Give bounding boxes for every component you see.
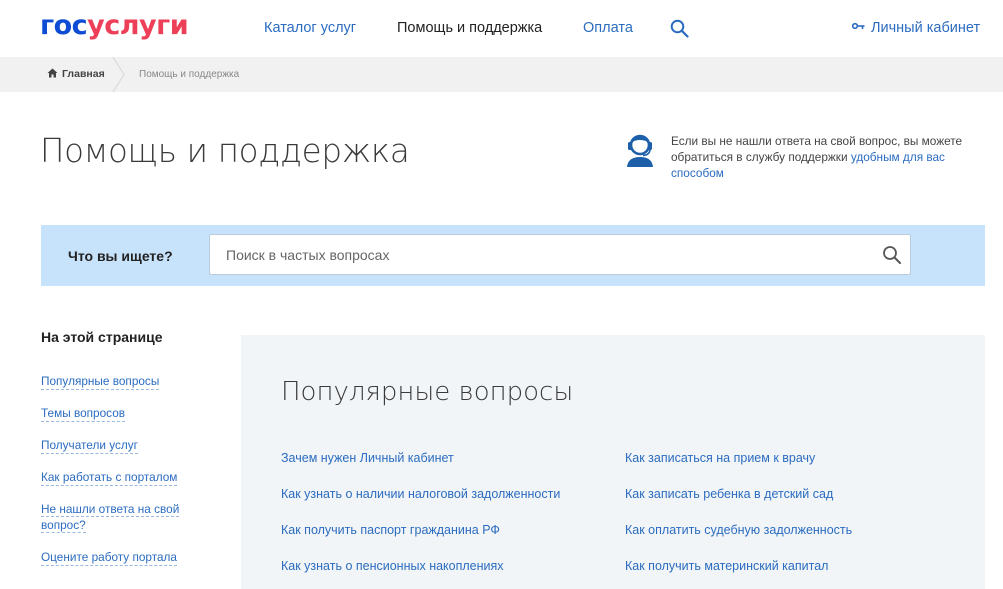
nav-payment[interactable]: Оплата bbox=[583, 19, 633, 37]
sidebar-link-topics[interactable]: Темы вопросов bbox=[41, 405, 126, 422]
question-link[interactable]: Как получить материнский капитал bbox=[625, 558, 828, 574]
sidebar-link-rate-portal[interactable]: Оцените работу портала bbox=[41, 549, 177, 566]
sidebar-link-recipients[interactable]: Получатели услуг bbox=[41, 437, 138, 454]
breadcrumb-home-label: Главная bbox=[62, 68, 105, 80]
question-link[interactable]: Зачем нужен Личный кабинет bbox=[281, 450, 454, 466]
search-icon[interactable] bbox=[882, 245, 902, 265]
page-title: Помощь и поддержка bbox=[40, 132, 410, 170]
sidebar-link-no-answer[interactable]: Не нашли ответа на свой вопрос? bbox=[41, 501, 181, 533]
popular-questions-title: Популярные вопросы bbox=[281, 377, 574, 407]
sidebar-link-popular[interactable]: Популярные вопросы bbox=[41, 373, 160, 390]
cabinet-label: Личный кабинет bbox=[871, 20, 981, 36]
question-link[interactable]: Как получить паспорт гражданина РФ bbox=[281, 522, 500, 538]
site-logo[interactable]: госуслуги bbox=[40, 10, 189, 42]
question-link[interactable]: Как оплатить судебную задолженность bbox=[625, 522, 852, 538]
breadcrumb-home[interactable]: Главная bbox=[47, 68, 105, 81]
sidebar-link-no-answer-label: Не нашли ответа на свой вопрос? bbox=[41, 502, 180, 533]
sidebar-link-how-to-work[interactable]: Как работать с порталом bbox=[41, 469, 178, 486]
search-label: Что вы ищете? bbox=[68, 248, 173, 264]
logo-part-uslugi: услуги bbox=[87, 10, 189, 41]
support-operator-icon bbox=[627, 134, 653, 167]
popular-questions-panel: Популярные вопросы Зачем нужен Личный ка… bbox=[241, 335, 985, 589]
question-link[interactable]: Как узнать о пенсионных накоплениях bbox=[281, 558, 504, 574]
breadcrumb-current: Помощь и поддержка bbox=[139, 69, 240, 80]
search-box bbox=[209, 234, 911, 275]
breadcrumb-separator bbox=[112, 57, 125, 92]
nav-help-support[interactable]: Помощь и поддержка bbox=[397, 19, 542, 37]
nav-catalog[interactable]: Каталог услуг bbox=[264, 19, 356, 37]
logo-part-gos: гос bbox=[40, 10, 88, 41]
search-icon[interactable] bbox=[670, 19, 689, 38]
support-hint: Если вы не нашли ответа на свой вопрос, … bbox=[671, 133, 981, 181]
question-link[interactable]: Как узнать о наличии налоговой задолженн… bbox=[281, 486, 560, 502]
site-header: госуслуги Каталог услуг Помощь и поддерж… bbox=[0, 0, 1003, 57]
personal-cabinet-link[interactable]: Личный кабинет bbox=[852, 19, 980, 37]
breadcrumb: Главная Помощь и поддержка bbox=[0, 57, 1003, 92]
faq-search-input[interactable] bbox=[226, 235, 866, 274]
question-link[interactable]: Как записать ребенка в детский сад bbox=[625, 486, 833, 502]
question-link[interactable]: Как записаться на прием к врачу bbox=[625, 450, 815, 466]
sidebar-title: На этой странице bbox=[41, 329, 163, 345]
key-icon bbox=[852, 22, 865, 30]
faq-search-band: Что вы ищете? bbox=[41, 225, 985, 286]
home-icon bbox=[47, 68, 58, 78]
